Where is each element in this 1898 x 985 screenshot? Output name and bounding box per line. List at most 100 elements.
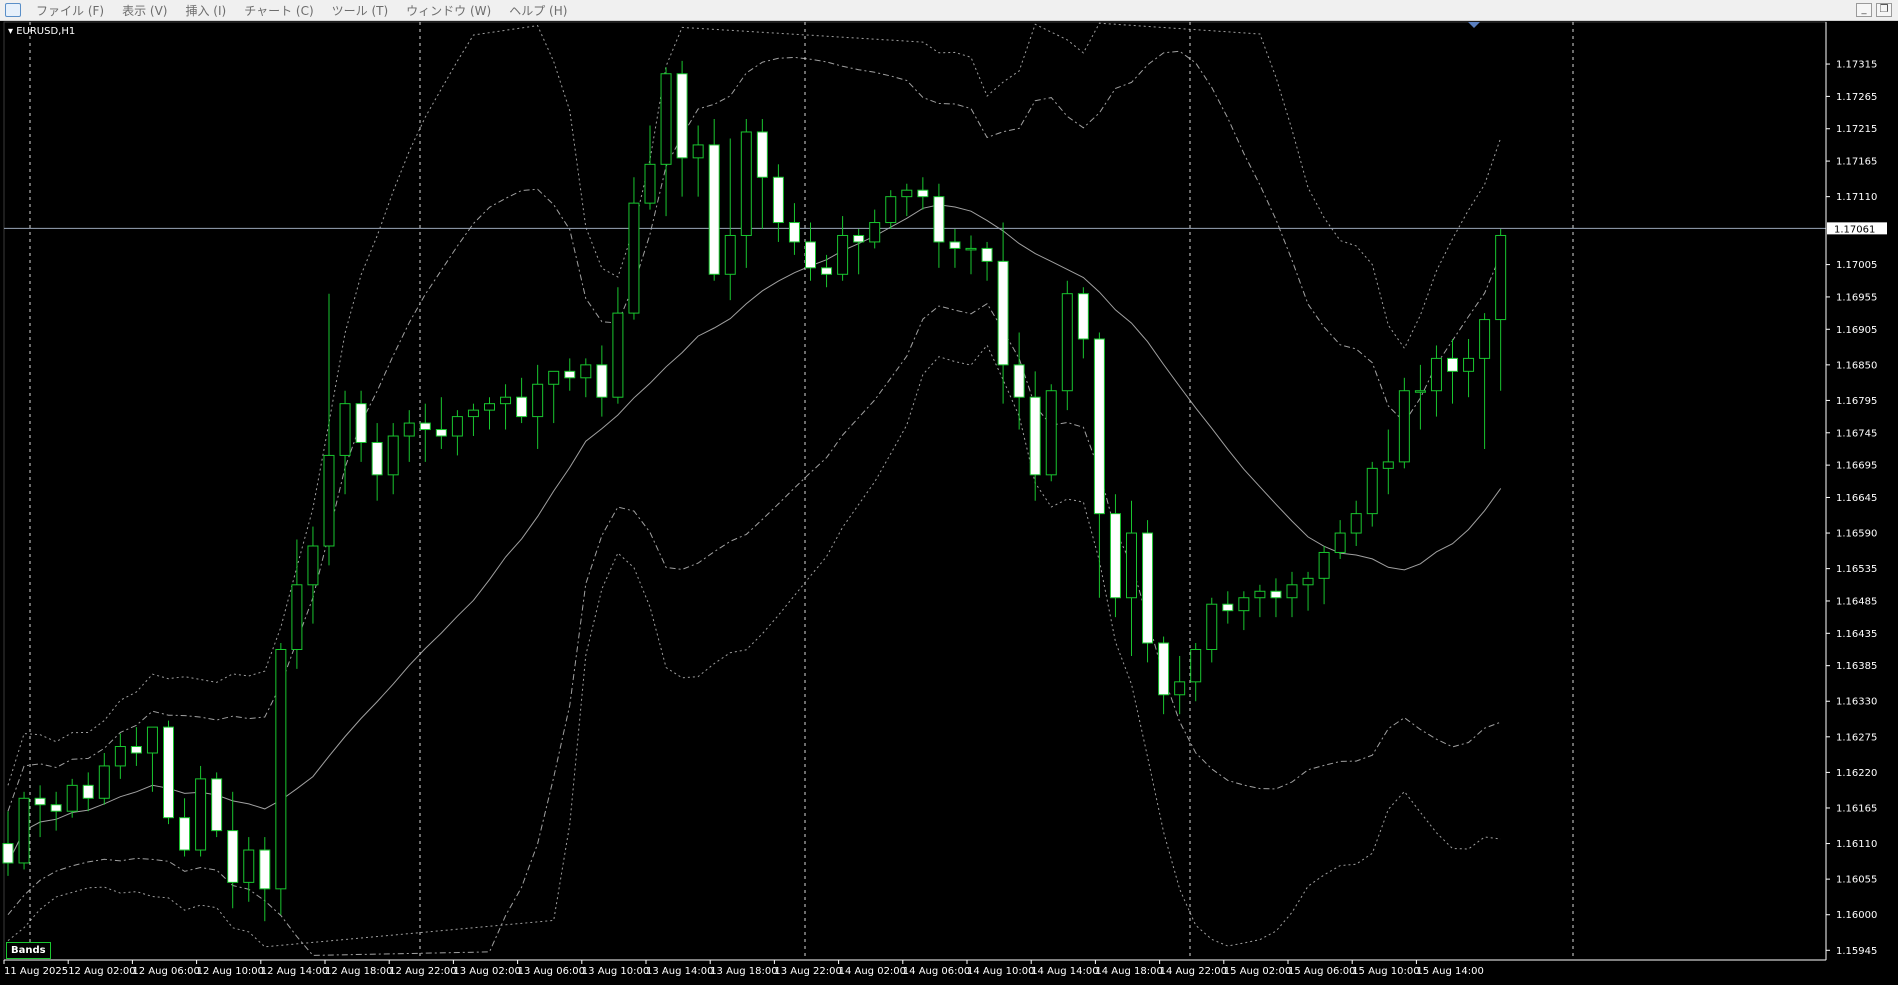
symbol-text: EURUSD,H1 bbox=[16, 26, 76, 37]
price-tick-label: 1.16435 bbox=[1836, 629, 1877, 640]
menu-file[interactable]: ファイル (F) bbox=[27, 2, 113, 19]
bull-candle-body bbox=[339, 403, 351, 456]
candle bbox=[435, 397, 447, 449]
candle bbox=[772, 164, 784, 242]
shift-marker-icon[interactable] bbox=[1468, 22, 1480, 28]
bear-candle-body bbox=[708, 144, 720, 275]
bull-candle-body bbox=[307, 545, 319, 586]
time-tick-label: 12 Aug 18:00 bbox=[325, 966, 392, 977]
candle bbox=[548, 370, 560, 424]
price-tick-label: 1.16000 bbox=[1836, 910, 1877, 921]
bear-candle-body bbox=[997, 260, 1009, 366]
candle bbox=[805, 222, 816, 281]
bull-candle-body bbox=[628, 202, 640, 314]
bull-candle-body bbox=[580, 364, 592, 379]
candle bbox=[1206, 597, 1218, 663]
candle bbox=[997, 222, 1009, 404]
bull-candle-body bbox=[1174, 681, 1186, 696]
bear-candle-body bbox=[419, 422, 431, 431]
window-controls: _ ❐ bbox=[1856, 3, 1898, 17]
bear-candle-body bbox=[564, 370, 576, 379]
candle bbox=[1414, 364, 1426, 430]
price-axis[interactable]: 1.17315 1.17265 1.17215 1.17165 1.17110 1.170… bbox=[1468, 22, 1887, 960]
app-icon[interactable] bbox=[5, 3, 21, 17]
band-upper-2 bbox=[7, 50, 1502, 812]
price-tick-label: 1.15945 bbox=[1836, 946, 1877, 957]
bear-candle-body bbox=[1109, 513, 1121, 599]
price-tick-label: 1.17265 bbox=[1836, 92, 1877, 103]
time-tick-label: 14 Aug 10:00 bbox=[967, 966, 1034, 977]
bull-candle-body bbox=[869, 222, 881, 243]
price-tick-label: 1.16220 bbox=[1836, 768, 1877, 779]
bull-candle-body bbox=[1463, 357, 1475, 372]
price-chart[interactable]: 1.17315 1.17265 1.17215 1.17165 1.17110 1.170… bbox=[0, 20, 1898, 985]
candle bbox=[1398, 377, 1410, 469]
price-tick-label: 1.16165 bbox=[1836, 803, 1877, 814]
time-tick-label: 11 Aug 2025 bbox=[4, 966, 68, 977]
price-tick-label: 1.16795 bbox=[1836, 396, 1877, 407]
restore-button[interactable]: ❐ bbox=[1876, 3, 1892, 17]
bear-candle-body bbox=[1158, 642, 1170, 696]
bull-candle-body bbox=[612, 312, 624, 398]
bull-candle-body bbox=[1398, 390, 1410, 463]
bull-candle-body bbox=[692, 144, 704, 159]
bear-candle-body bbox=[50, 804, 62, 812]
bull-candle-body bbox=[66, 784, 78, 812]
candle bbox=[82, 772, 94, 812]
candle bbox=[18, 791, 30, 870]
bear-candle-body bbox=[1093, 338, 1105, 515]
menu-view[interactable]: 表示 (V) bbox=[113, 2, 176, 19]
menu-charts[interactable]: チャート (C) bbox=[235, 2, 322, 19]
menu-tools[interactable]: ツール (T) bbox=[323, 2, 398, 19]
bear-candle-body bbox=[821, 267, 833, 275]
bull-candle-body bbox=[195, 778, 207, 851]
bull-candle-body bbox=[467, 409, 479, 418]
indicator-label[interactable]: Bands bbox=[6, 942, 51, 959]
candle bbox=[451, 410, 463, 456]
menu-help[interactable]: ヘルプ (H) bbox=[500, 2, 576, 19]
candle bbox=[1061, 280, 1073, 411]
bear-candle-body bbox=[435, 429, 447, 437]
candle bbox=[1479, 313, 1491, 449]
candle bbox=[965, 235, 977, 275]
symbol-label[interactable]: ▾ EURUSD,H1 bbox=[8, 26, 75, 37]
time-tick-label: 12 Aug 02:00 bbox=[68, 966, 135, 977]
band-upper-3 bbox=[7, 22, 1502, 786]
candle bbox=[1109, 494, 1121, 618]
bull-candle-body bbox=[1414, 390, 1426, 393]
candle bbox=[323, 293, 335, 566]
bull-candle-body bbox=[901, 189, 913, 198]
candle bbox=[869, 209, 881, 249]
candle bbox=[1302, 571, 1314, 611]
menu-window[interactable]: ウィンドウ (W) bbox=[397, 2, 500, 19]
time-tick-label: 13 Aug 10:00 bbox=[582, 966, 649, 977]
bull-candle-body bbox=[484, 403, 495, 411]
bear-candle-body bbox=[1013, 364, 1025, 398]
time-tick-label: 13 Aug 02:00 bbox=[453, 966, 520, 977]
candle bbox=[1254, 584, 1266, 618]
price-tick-label: 1.16955 bbox=[1836, 292, 1877, 303]
bear-candle-body bbox=[2, 843, 14, 864]
time-tick-label: 14 Aug 02:00 bbox=[839, 966, 906, 977]
candle bbox=[949, 229, 961, 268]
candle bbox=[387, 423, 399, 495]
bear-candle-body bbox=[259, 849, 271, 890]
bull-candle-body bbox=[291, 584, 303, 650]
candle bbox=[1270, 578, 1282, 618]
bear-candle-body bbox=[1270, 590, 1282, 599]
price-tick-label: 1.16535 bbox=[1836, 564, 1877, 575]
bull-candle-body bbox=[146, 726, 158, 754]
bull-candle-body bbox=[1382, 461, 1394, 469]
bear-candle-body bbox=[676, 73, 688, 159]
time-tick-label: 12 Aug 22:00 bbox=[389, 966, 456, 977]
bull-candle-body bbox=[1334, 532, 1346, 553]
candle bbox=[467, 403, 479, 437]
minimize-button[interactable]: _ bbox=[1856, 3, 1872, 17]
candle bbox=[724, 138, 736, 301]
bull-candle-body bbox=[323, 454, 335, 547]
menu-insert[interactable]: 挿入 (I) bbox=[176, 2, 235, 19]
price-tick-label: 1.16645 bbox=[1836, 493, 1877, 504]
bull-candle-body bbox=[1430, 357, 1442, 392]
candle bbox=[500, 384, 512, 430]
time-axis[interactable]: 11 Aug 2025 12 Aug 02:0012 Aug 06:0012 Au… bbox=[3, 959, 1826, 977]
